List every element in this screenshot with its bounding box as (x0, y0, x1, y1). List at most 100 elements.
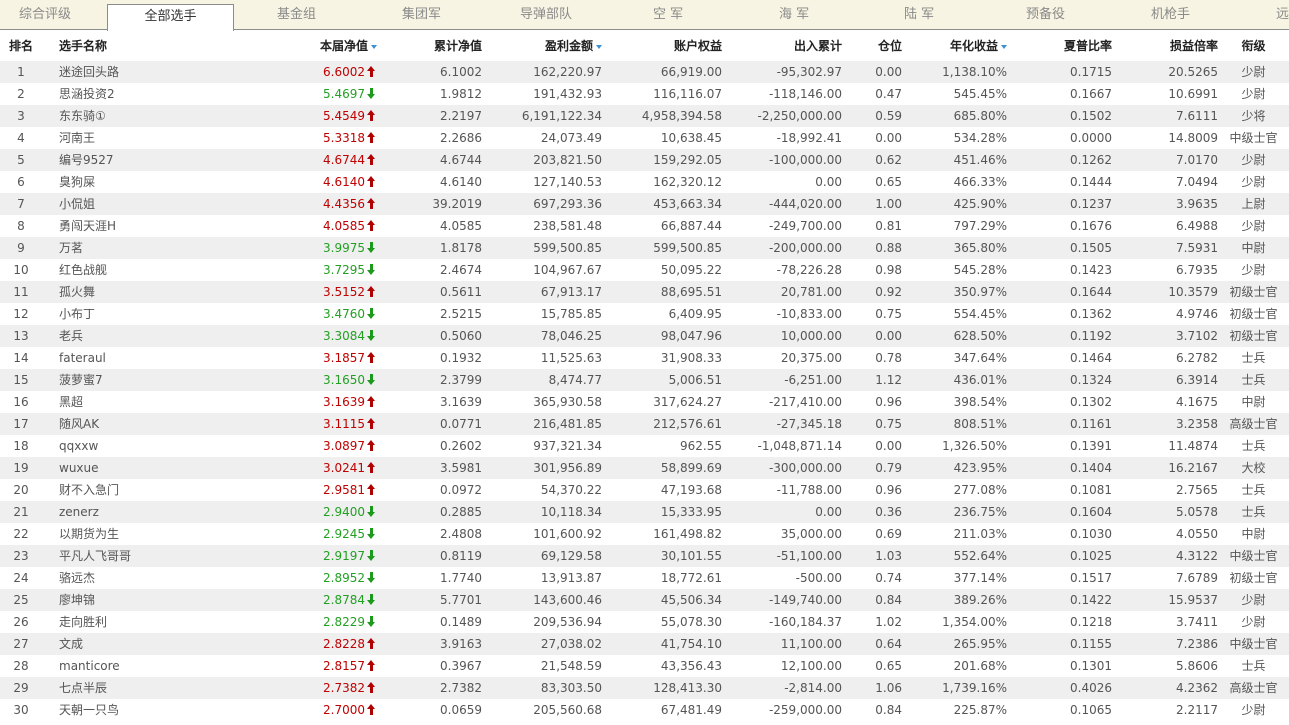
cell-name[interactable]: 臭狗屎 (59, 171, 209, 193)
table-row[interactable]: 18 qqxxw 3.0897 0.2602 937,321.34 962.55 -1,04… (0, 435, 1289, 457)
cell-name[interactable]: 廖坤锦 (59, 589, 209, 611)
cell-flow: -10,833.00 (776, 307, 842, 321)
cell-position: 0.75 (875, 417, 902, 431)
tab-far[interactable]: 远 (1276, 0, 1289, 30)
cell-name[interactable]: 红色战舰 (59, 259, 209, 281)
cell-title: 初级士官 (1229, 285, 1278, 299)
cell-equity: 18,772.61 (660, 571, 722, 585)
table-row[interactable]: 11 孤火舞 3.5152 0.5611 67,913.17 88,695.51 20,78… (0, 281, 1289, 303)
cell-rank: 7 (17, 197, 25, 211)
cell-name[interactable]: zenerz (59, 501, 209, 523)
cell-pnl: 24,073.49 (540, 131, 602, 145)
table-row[interactable]: 24 骆远杰 2.8952 1.7740 13,913.87 18,772.61 -500.… (0, 567, 1289, 589)
table-row[interactable]: 19 wuxue 3.0241 3.5981 301,956.89 58,899.69 -3… (0, 457, 1289, 479)
table-row[interactable]: 30 天朝一只鸟 2.7000 0.0659 205,560.68 67,481.49 -2… (0, 699, 1289, 721)
cell-rank: 20 (13, 483, 29, 497)
cell-ratio: 6.3914 (1176, 373, 1218, 387)
cell-title: 上尉 (1241, 197, 1266, 211)
table-row[interactable]: 10 红色战舰 3.7295 2.4674 104,967.67 50,095.22 -78… (0, 259, 1289, 281)
cell-name[interactable]: manticore (59, 655, 209, 677)
cell-name[interactable]: 黑超 (59, 391, 209, 413)
table-row[interactable]: 7 小侃姐 4.4356 39.2019 697,293.36 453,663.34 -44… (0, 193, 1289, 215)
cell-name[interactable]: 老兵 (59, 325, 209, 347)
cell-title: 中级士官 (1229, 637, 1278, 651)
tab-group-army[interactable]: 集团军 (402, 0, 441, 30)
tab-army[interactable]: 陆 军 (904, 0, 934, 30)
table-row[interactable]: 3 东东骑① 5.4549 2.2197 6,191,122.34 4,958,394.5… (0, 105, 1289, 127)
cell-name[interactable]: 走向胜利 (59, 611, 209, 633)
tab-all-players[interactable]: 全部选手 (107, 4, 234, 31)
table-row[interactable]: 2 思涵投资2 5.4697 1.9812 191,432.93 116,116.07 -1… (0, 83, 1289, 105)
cell-name[interactable]: 东东骑① (59, 105, 209, 127)
cell-name[interactable]: 编号9527 (59, 149, 209, 171)
table-row[interactable]: 13 老兵 3.3084 0.5060 78,046.25 98,047.96 10,000… (0, 325, 1289, 347)
table-row[interactable]: 27 文成 2.8228 3.9163 27,038.02 41,754.10 11,100… (0, 633, 1289, 655)
cell-name[interactable]: 菠萝蜜7 (59, 369, 209, 391)
cell-name[interactable]: 小侃姐 (59, 193, 209, 215)
tab-fund[interactable]: 基金组 (277, 0, 316, 30)
column-header-pnl[interactable]: 盈利金额 (500, 31, 602, 61)
cell-name[interactable]: 万茗 (59, 237, 209, 259)
table-row[interactable]: 28 manticore 2.8157 0.3967 21,548.59 43,356.4… (0, 655, 1289, 677)
cell-ratio: 3.9635 (1176, 197, 1218, 211)
table-row[interactable]: 25 廖坤锦 2.8784 5.7701 143,600.46 45,506.34 -149… (0, 589, 1289, 611)
cell-cum-nav: 6.1002 (440, 65, 482, 79)
cell-flow: 0.00 (815, 175, 842, 189)
tab-reserve[interactable]: 预备役 (1026, 0, 1065, 30)
cell-name[interactable]: 以期货为生 (59, 523, 209, 545)
cell-name[interactable]: 骆远杰 (59, 567, 209, 589)
table-row[interactable]: 15 菠萝蜜7 3.1650 2.3799 8,474.77 5,006.51 -6,251… (0, 369, 1289, 391)
cell-pnl: 937,321.34 (533, 439, 602, 453)
cell-name[interactable]: 随风AK (59, 413, 209, 435)
cell-annual: 347.64% (953, 351, 1007, 365)
cell-sharpe: 0.1301 (1070, 659, 1112, 673)
cell-name[interactable]: wuxue (59, 457, 209, 479)
table-row[interactable]: 14 fateraul 3.1857 0.1932 11,525.63 31,908.33… (0, 347, 1289, 369)
table-row[interactable]: 26 走向胜利 2.8229 0.1489 209,536.94 55,078.30 -16… (0, 611, 1289, 633)
table-row[interactable]: 22 以期货为生 2.9245 2.4808 101,600.92 161,498.82 3… (0, 523, 1289, 545)
cell-name[interactable]: 文成 (59, 633, 209, 655)
arrow-head (367, 380, 375, 385)
table-row[interactable]: 9 万茗 3.9975 1.8178 599,500.85 599,500.85 -200,… (0, 237, 1289, 259)
tab-air-force[interactable]: 空 军 (653, 0, 683, 30)
cell-name[interactable]: 天朝一只鸟 (59, 699, 209, 721)
table-row[interactable]: 17 随风AK 3.1115 0.0771 216,481.85 212,576.61 -2… (0, 413, 1289, 435)
cell-name[interactable]: 平凡人飞哥哥 (59, 545, 209, 567)
column-header-nav[interactable]: 本届净值 (260, 31, 377, 61)
sort-desc-icon[interactable] (371, 44, 377, 49)
cell-name[interactable]: 孤火舞 (59, 281, 209, 303)
table-row[interactable]: 8 勇闯天涯H 4.0585 4.0585 238,581.48 66,887.44 -24… (0, 215, 1289, 237)
arrow-head (367, 556, 375, 561)
cell-equity: 128,413.30 (653, 681, 722, 695)
cell-name[interactable]: 小布丁 (59, 303, 209, 325)
cell-name[interactable]: fateraul (59, 347, 209, 369)
table-row[interactable]: 12 小布丁 3.4760 2.5215 15,785.85 6,409.95 -10,83… (0, 303, 1289, 325)
cell-name[interactable]: 七点半辰 (59, 677, 209, 699)
cell-pnl: 10,118.34 (540, 505, 602, 519)
table-row[interactable]: 16 黑超 3.1639 3.1639 365,930.58 317,624.27 -217… (0, 391, 1289, 413)
cell-name[interactable]: qqxxw (59, 435, 209, 457)
cell-name[interactable]: 思涵投资2 (59, 83, 209, 105)
cell-name[interactable]: 财不入急门 (59, 479, 209, 501)
arrow-down-icon (367, 616, 376, 627)
cell-flow: -118,146.00 (768, 87, 842, 101)
column-header-annual[interactable]: 年化收益 (910, 31, 1007, 61)
table-row[interactable]: 23 平凡人飞哥哥 2.9197 0.8119 69,129.58 30,101.55 -5… (0, 545, 1289, 567)
table-row[interactable]: 20 财不入急门 2.9581 0.0972 54,370.22 47,193.68 -11… (0, 479, 1289, 501)
tab-gunner[interactable]: 机枪手 (1151, 0, 1190, 30)
table-row[interactable]: 21 zenerz 2.9400 0.2885 10,118.34 15,333.95 0.… (0, 501, 1289, 523)
cell-title: 中尉 (1241, 241, 1266, 255)
sort-desc-icon[interactable] (596, 44, 602, 49)
table-row[interactable]: 1 迷途回头路 6.6002 6.1002 162,220.97 66,919.00 -95… (0, 61, 1289, 83)
cell-name[interactable]: 迷途回头路 (59, 61, 209, 83)
tab-missile[interactable]: 导弹部队 (520, 0, 572, 30)
sort-desc-icon[interactable] (1001, 44, 1007, 49)
table-row[interactable]: 5 编号9527 4.6744 4.6744 203,821.50 159,292.05 -… (0, 149, 1289, 171)
cell-name[interactable]: 勇闯天涯H (59, 215, 209, 237)
table-row[interactable]: 29 七点半辰 2.7382 2.7382 83,303.50 128,413.30 -2,… (0, 677, 1289, 699)
table-row[interactable]: 4 河南王 5.3318 2.2686 24,073.49 10,638.45 -18,99… (0, 127, 1289, 149)
tab-rating[interactable]: 综合评级 (19, 0, 71, 30)
tab-navy[interactable]: 海 军 (779, 0, 809, 30)
cell-name[interactable]: 河南王 (59, 127, 209, 149)
table-row[interactable]: 6 臭狗屎 4.6140 4.6140 127,140.53 162,320.12 0.00… (0, 171, 1289, 193)
